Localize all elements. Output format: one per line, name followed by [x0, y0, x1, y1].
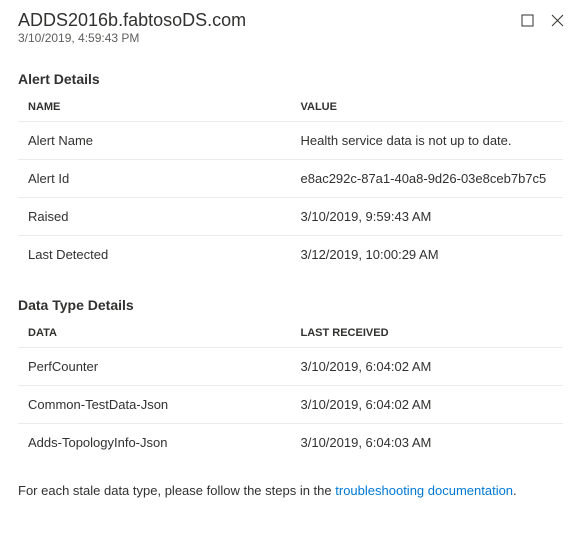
panel-header: ADDS2016b.fabtosoDS.com 3/10/2019, 4:59:…: [0, 0, 581, 51]
restore-button[interactable]: [517, 10, 537, 30]
data-type-lastreceived: 3/10/2019, 6:04:03 AM: [291, 424, 564, 462]
alert-lastdetected-label: Last Detected: [18, 236, 291, 274]
alert-raised-value: 3/10/2019, 9:59:43 AM: [291, 198, 564, 236]
alert-details-title: Alert Details: [18, 71, 563, 87]
table-row: Common-TestData-Json 3/10/2019, 6:04:02 …: [18, 386, 563, 424]
restore-icon: [521, 14, 534, 27]
data-type-title: Data Type Details: [18, 297, 563, 313]
data-type-table: DATA LAST RECEIVED PerfCounter 3/10/2019…: [18, 319, 563, 461]
data-type-lastreceived: 3/10/2019, 6:04:02 AM: [291, 386, 564, 424]
alert-id-value: e8ac292c-87a1-40a8-9d26-03e8ceb7b7c5: [291, 160, 564, 198]
table-row: PerfCounter 3/10/2019, 6:04:02 AM: [18, 348, 563, 386]
alert-name-value: Health service data is not up to date.: [291, 122, 564, 160]
table-row: Alert Id e8ac292c-87a1-40a8-9d26-03e8ceb…: [18, 160, 563, 198]
table-row: Last Detected 3/12/2019, 10:00:29 AM: [18, 236, 563, 274]
alert-name-label: Alert Name: [18, 122, 291, 160]
table-row: Alert Name Health service data is not up…: [18, 122, 563, 160]
alert-lastdetected-value: 3/12/2019, 10:00:29 AM: [291, 236, 564, 274]
panel-title: ADDS2016b.fabtosoDS.com: [18, 10, 563, 31]
data-type-lastreceived: 3/10/2019, 6:04:02 AM: [291, 348, 564, 386]
alert-col-value: VALUE: [291, 93, 564, 122]
data-type-section: Data Type Details DATA LAST RECEIVED Per…: [0, 277, 581, 465]
table-row: Raised 3/10/2019, 9:59:43 AM: [18, 198, 563, 236]
close-icon: [551, 14, 564, 27]
alert-raised-label: Raised: [18, 198, 291, 236]
alert-id-label: Alert Id: [18, 160, 291, 198]
alert-details-section: Alert Details NAME VALUE Alert Name Heal…: [0, 51, 581, 277]
footer-help-text: For each stale data type, please follow …: [0, 465, 581, 508]
alert-details-table: NAME VALUE Alert Name Health service dat…: [18, 93, 563, 273]
data-type-name: Adds-TopologyInfo-Json: [18, 424, 291, 462]
panel-timestamp: 3/10/2019, 4:59:43 PM: [18, 31, 563, 45]
data-type-name: PerfCounter: [18, 348, 291, 386]
footer-suffix: .: [513, 483, 517, 498]
data-col-lastreceived: LAST RECEIVED: [291, 319, 564, 348]
data-col-data: DATA: [18, 319, 291, 348]
close-button[interactable]: [547, 10, 567, 30]
data-type-name: Common-TestData-Json: [18, 386, 291, 424]
window-controls: [517, 10, 567, 30]
troubleshooting-link[interactable]: troubleshooting documentation: [335, 483, 513, 498]
table-row: Adds-TopologyInfo-Json 3/10/2019, 6:04:0…: [18, 424, 563, 462]
footer-prefix: For each stale data type, please follow …: [18, 483, 335, 498]
alert-col-name: NAME: [18, 93, 291, 122]
